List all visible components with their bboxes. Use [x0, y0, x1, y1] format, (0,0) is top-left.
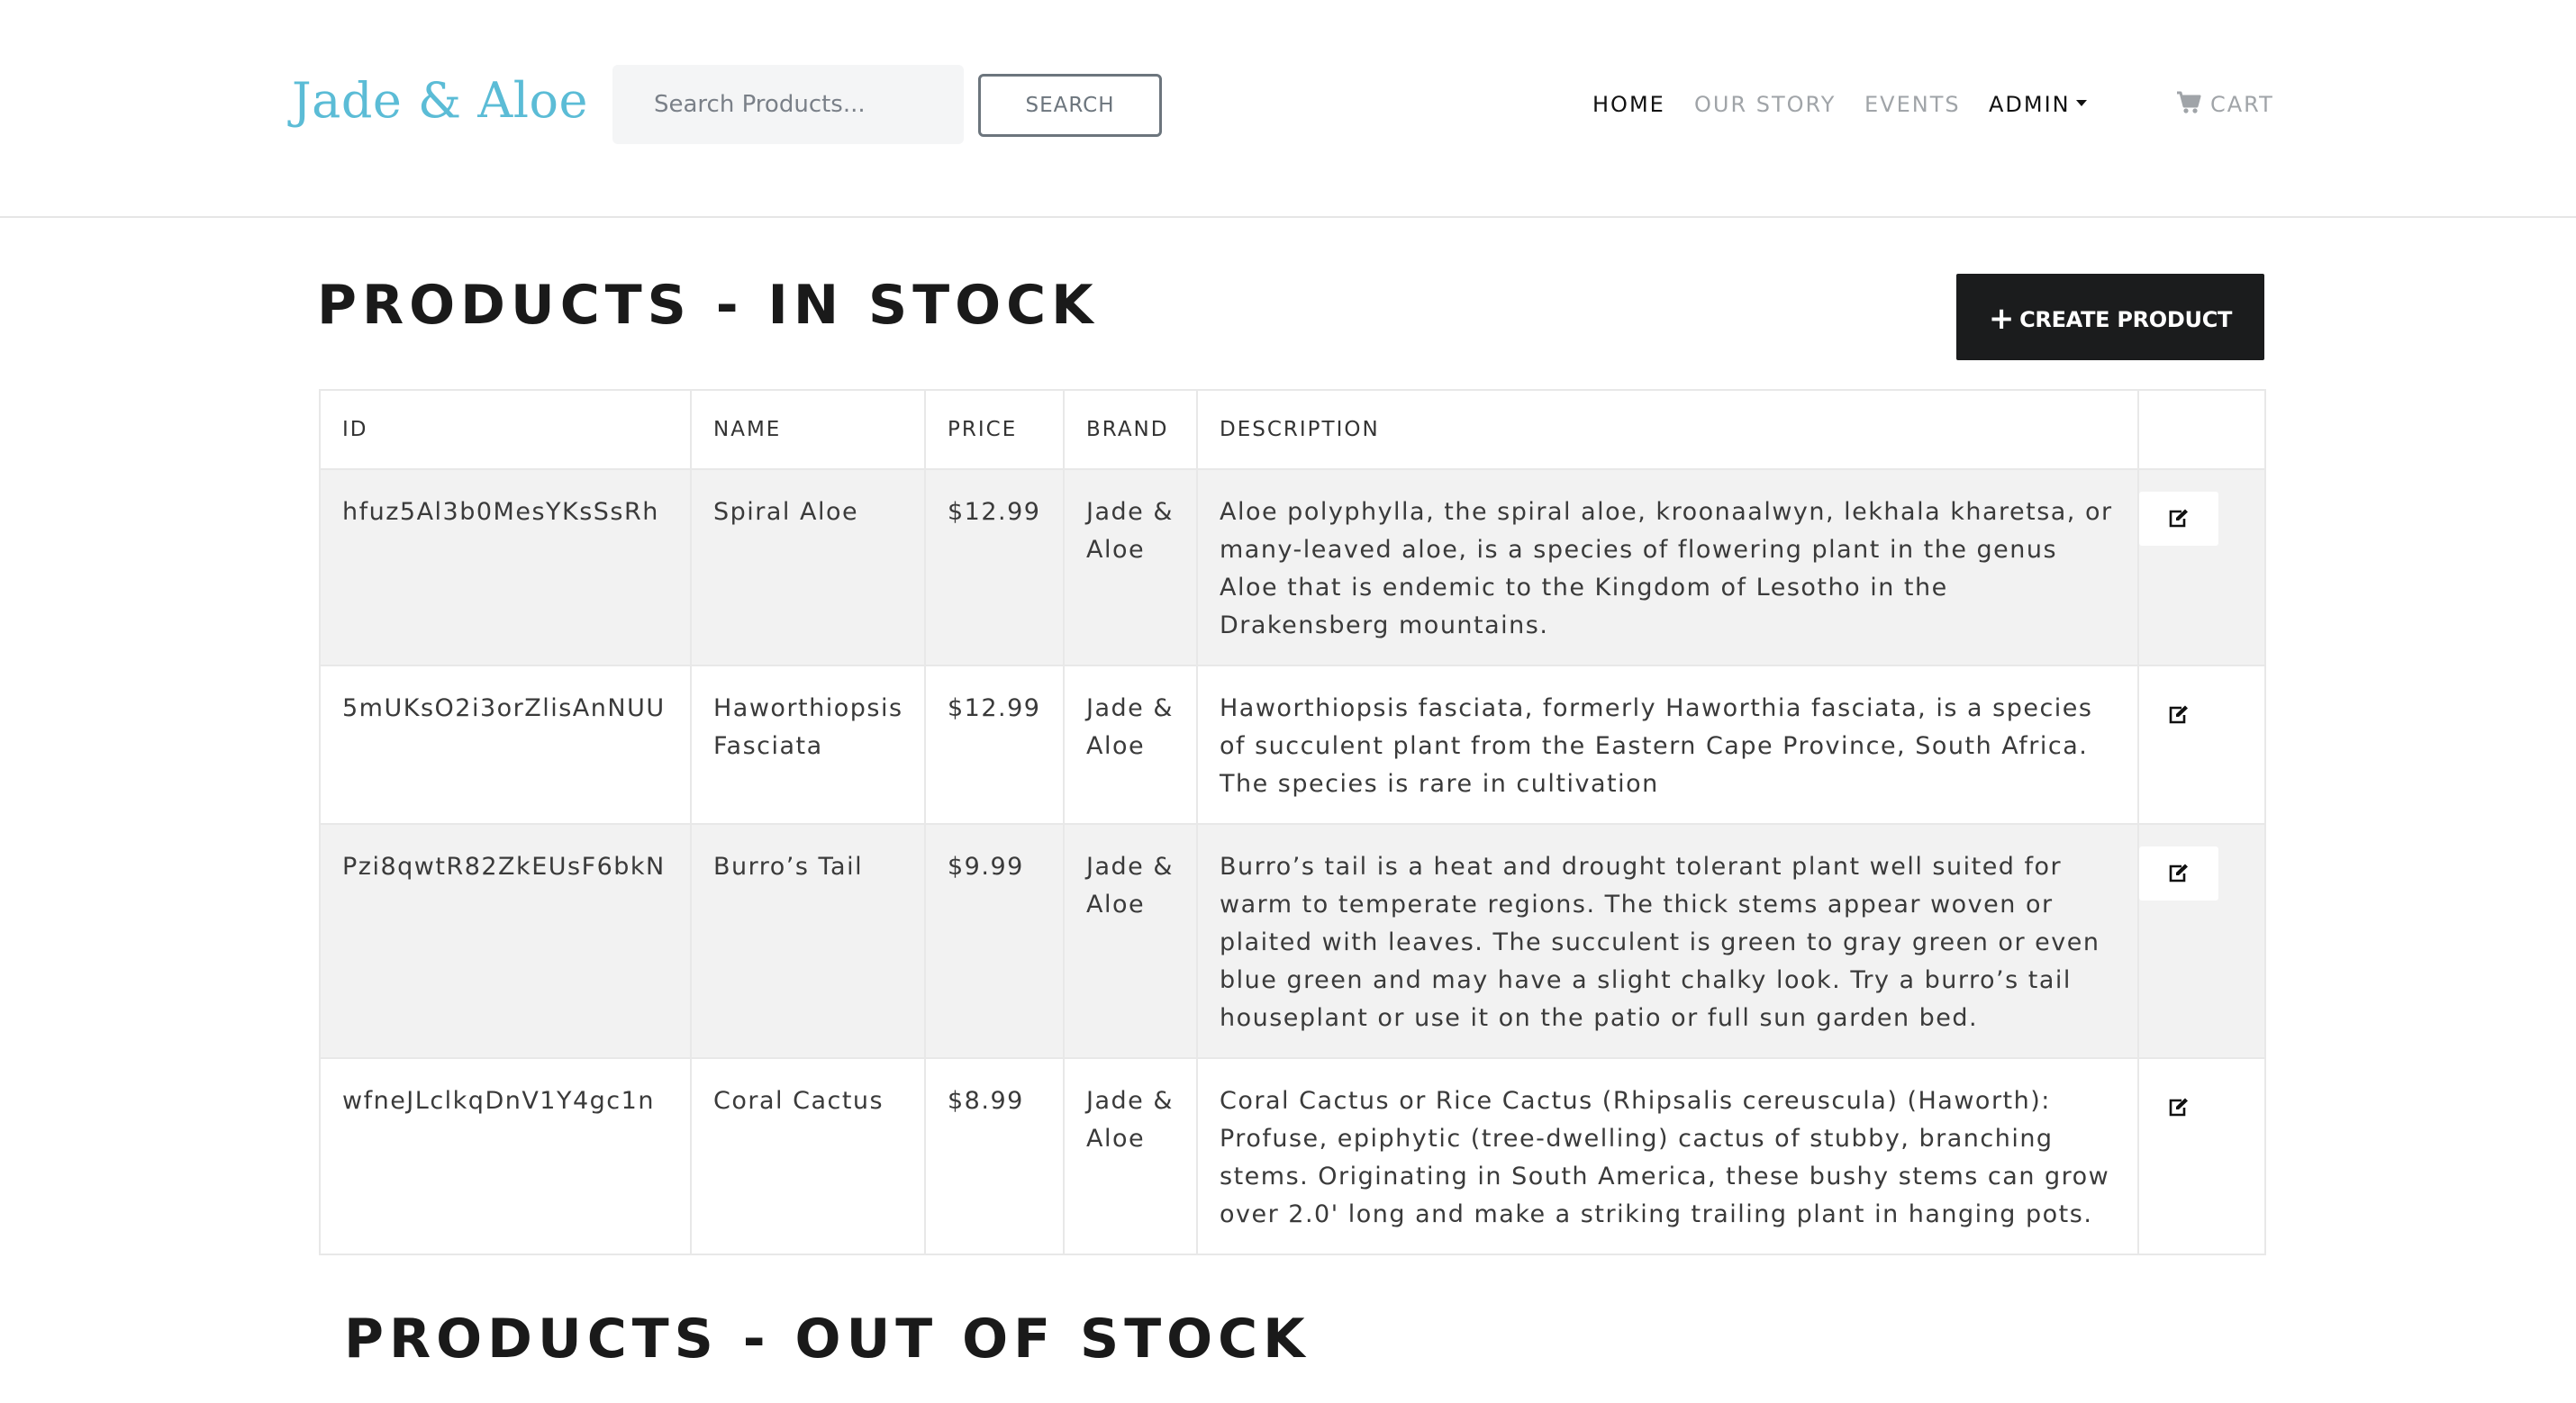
- nav-admin-dropdown[interactable]: ADMIN: [1989, 92, 2087, 117]
- cell-name: Burro’s Tail: [690, 823, 926, 1059]
- column-header-actions: [2137, 389, 2266, 470]
- cell-id: wfneJLclkqDnV1Y4gc1n: [319, 1057, 692, 1255]
- navbar: Jade & Aloe SEARCH HOME OUR STORY EVENTS…: [0, 0, 2576, 218]
- cell-brand: Jade & Aloe: [1063, 1057, 1198, 1255]
- cell-brand: Jade & Aloe: [1063, 823, 1198, 1059]
- cell-brand: Jade & Aloe: [1063, 468, 1198, 666]
- cell-name: Spiral Aloe: [690, 468, 926, 666]
- nav-our-story[interactable]: OUR STORY: [1694, 92, 1836, 117]
- create-product-label: CREATE PRODUCT: [2019, 307, 2233, 332]
- cell-price: $12.99: [924, 665, 1065, 825]
- cart-icon: [2177, 91, 2201, 113]
- edit-product-button[interactable]: [2139, 846, 2218, 901]
- in-stock-heading: PRODUCTS - IN STOCK: [317, 274, 1099, 337]
- cell-price: $8.99: [924, 1057, 1065, 1255]
- column-header-price: PRICE: [924, 389, 1065, 470]
- edit-product-button[interactable]: [2139, 688, 2218, 742]
- edit-icon: [2169, 705, 2188, 724]
- edit-icon: [2169, 1098, 2188, 1117]
- column-header-id: ID: [319, 389, 692, 470]
- cell-name: Haworthiopsis Fasciata: [690, 665, 926, 825]
- cell-actions: [2137, 1057, 2266, 1255]
- cell-brand: Jade & Aloe: [1063, 665, 1198, 825]
- edit-icon: [2169, 509, 2188, 528]
- table-header-row: ID NAME PRICE BRAND DESCRIPTION: [319, 389, 2266, 470]
- in-stock-table: ID NAME PRICE BRAND DESCRIPTION hfuz5Al3…: [319, 389, 2266, 1255]
- table-row: hfuz5Al3b0MesYKsSsRh Spiral Aloe $12.99 …: [319, 468, 2266, 666]
- column-header-name: NAME: [690, 389, 926, 470]
- nav-home[interactable]: HOME: [1592, 92, 1665, 117]
- nav-cart-label: CART: [2210, 92, 2274, 117]
- cell-description: Haworthiopsis fasciata, formerly Haworth…: [1196, 665, 2139, 825]
- cell-description: Aloe polyphylla, the spiral aloe, kroona…: [1196, 468, 2139, 666]
- table-row: 5mUKsO2i3orZlisAnNUU Haworthiopsis Fasci…: [319, 665, 2266, 825]
- cell-actions: [2137, 665, 2266, 825]
- cell-description: Burro’s tail is a heat and drought toler…: [1196, 823, 2139, 1059]
- nav-cart[interactable]: CART: [2176, 91, 2274, 117]
- search-input[interactable]: [612, 65, 964, 144]
- cell-id: Pzi8qwtR82ZkEUsF6bkN: [319, 823, 692, 1059]
- nav-admin-label: ADMIN: [1989, 92, 2071, 117]
- cell-description: Coral Cactus or Rice Cactus (Rhipsalis c…: [1196, 1057, 2139, 1255]
- brand-logo[interactable]: Jade & Aloe: [292, 72, 588, 129]
- edit-product-button[interactable]: [2139, 492, 2218, 546]
- search-button[interactable]: SEARCH: [978, 74, 1162, 137]
- cell-price: $12.99: [924, 468, 1065, 666]
- out-of-stock-heading: PRODUCTS - OUT OF STOCK: [344, 1308, 1311, 1371]
- cell-actions: [2137, 823, 2266, 1059]
- caret-down-icon: [2075, 99, 2087, 106]
- cell-price: $9.99: [924, 823, 1065, 1059]
- plus-icon: +: [1988, 301, 2015, 337]
- cell-name: Coral Cactus: [690, 1057, 926, 1255]
- column-header-description: DESCRIPTION: [1196, 389, 2139, 470]
- table-row: wfneJLclkqDnV1Y4gc1n Coral Cactus $8.99 …: [319, 1057, 2266, 1255]
- cell-actions: [2137, 468, 2266, 666]
- edit-product-button[interactable]: [2139, 1081, 2218, 1135]
- cell-id: hfuz5Al3b0MesYKsSsRh: [319, 468, 692, 666]
- nav-events[interactable]: EVENTS: [1864, 92, 1961, 117]
- column-header-brand: BRAND: [1063, 389, 1198, 470]
- table-row: Pzi8qwtR82ZkEUsF6bkN Burro’s Tail $9.99 …: [319, 823, 2266, 1059]
- cell-id: 5mUKsO2i3orZlisAnNUU: [319, 665, 692, 825]
- create-product-button[interactable]: + CREATE PRODUCT: [1956, 274, 2264, 360]
- edit-icon: [2169, 864, 2188, 883]
